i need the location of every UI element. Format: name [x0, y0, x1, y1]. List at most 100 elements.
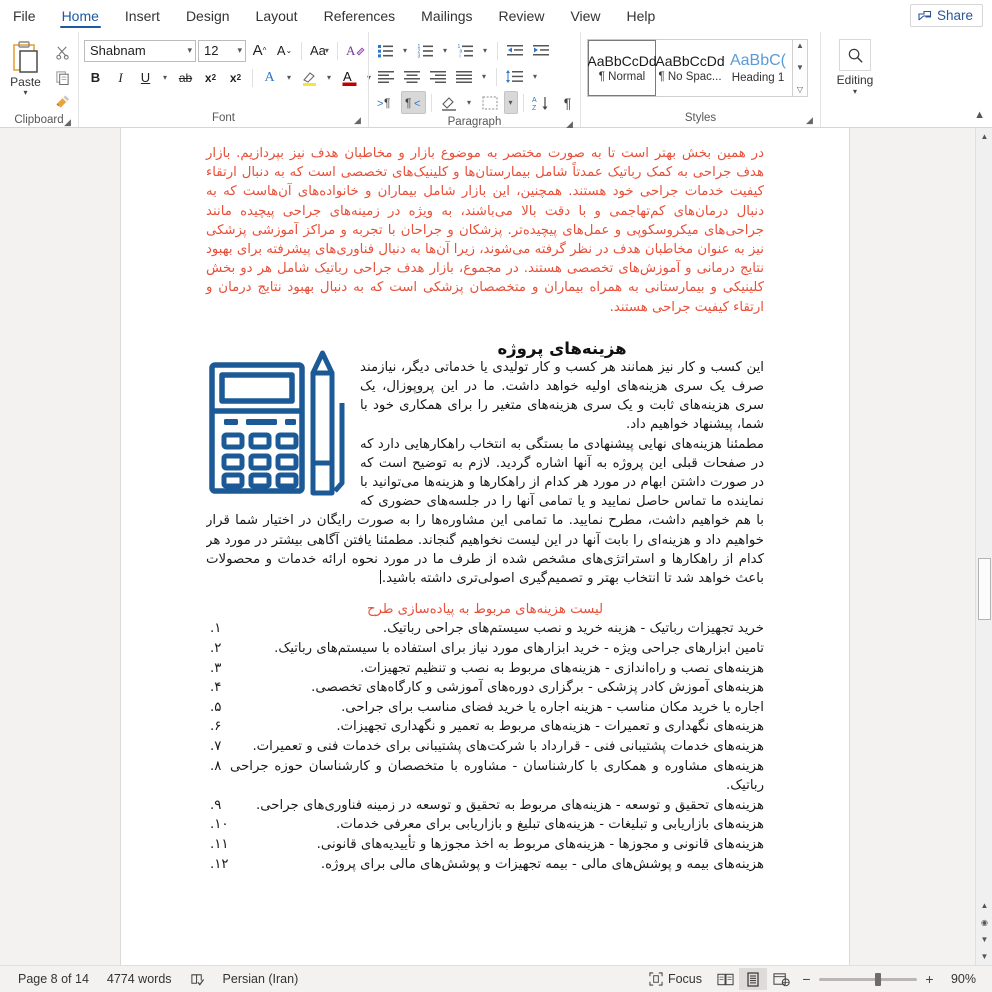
- ltr-text-direction-button[interactable]: > ¶: [374, 91, 399, 114]
- shrink-font-button[interactable]: A ⌄: [273, 39, 296, 62]
- scroll-up-arrow-icon[interactable]: ▲: [976, 128, 992, 145]
- focus-mode-button[interactable]: Focus: [640, 966, 711, 992]
- calculator-and-pencil-illustration[interactable]: [206, 343, 356, 508]
- tab-view[interactable]: View: [557, 0, 613, 31]
- underline-button[interactable]: U: [134, 66, 157, 89]
- style-normal[interactable]: AaBbCcDd ¶ Normal: [587, 39, 657, 97]
- style-no-spacing[interactable]: AaBbCcDd ¶ No Spac...: [655, 40, 725, 96]
- subscript-button[interactable]: x2: [199, 66, 222, 89]
- paste-button[interactable]: Paste ▾: [4, 37, 47, 97]
- multilevel-list-button[interactable]: 1 a i: [454, 39, 477, 62]
- list-item[interactable]: ۷. هزینه‌های خدمات پشتیبانی فنی - قرارداد…: [206, 737, 764, 757]
- numbering-dropdown[interactable]: ▾: [439, 39, 452, 62]
- read-mode-button[interactable]: [711, 968, 739, 990]
- document-page[interactable]: در همین بخش بهتر است تا به صورت مختصر به…: [120, 128, 850, 965]
- list-item[interactable]: ۶. هزینه‌های نگهداری و تعمیرات - هزینه‌ها…: [206, 717, 764, 737]
- align-left-button[interactable]: [374, 65, 398, 88]
- tab-layout[interactable]: Layout: [243, 0, 311, 31]
- tab-review[interactable]: Review: [486, 0, 558, 31]
- zoom-slider-thumb[interactable]: [875, 972, 881, 986]
- superscript-button[interactable]: x2: [224, 66, 247, 89]
- increase-indent-button[interactable]: [529, 39, 553, 62]
- text-effects-dropdown[interactable]: ▾: [283, 66, 296, 89]
- proofing-errors-icon[interactable]: [181, 966, 214, 992]
- line-spacing-button[interactable]: [502, 65, 527, 88]
- show-formatting-marks-button[interactable]: ¶: [556, 91, 579, 114]
- rtl-text-direction-button[interactable]: ¶ <: [401, 91, 426, 114]
- scroll-down-arrow-icon[interactable]: ▼: [976, 948, 992, 965]
- collapse-ribbon-button[interactable]: ▲: [974, 109, 985, 121]
- underline-dropdown[interactable]: ▾: [159, 66, 172, 89]
- zoom-control[interactable]: − + 90%: [795, 971, 984, 987]
- font-color-button[interactable]: A: [338, 66, 361, 89]
- list-item[interactable]: ۴. هزینه‌های آموزش کادر پزشکی - برگزاری د…: [206, 678, 764, 698]
- select-browse-object-button[interactable]: ◉: [976, 914, 992, 931]
- copy-icon[interactable]: [51, 67, 73, 87]
- highlight-dropdown[interactable]: ▾: [323, 66, 336, 89]
- zoom-in-button[interactable]: +: [924, 971, 935, 987]
- bullets-button[interactable]: [374, 39, 397, 62]
- tab-home[interactable]: Home: [49, 0, 112, 31]
- scroll-up-icon[interactable]: ▲: [796, 42, 804, 50]
- chevron-down-icon[interactable]: ▾: [237, 45, 242, 56]
- borders-button[interactable]: [478, 91, 502, 114]
- tab-insert[interactable]: Insert: [112, 0, 173, 31]
- share-button[interactable]: Share: [909, 4, 983, 27]
- bullets-dropdown[interactable]: ▾: [399, 39, 412, 62]
- word-count[interactable]: 4774 words: [98, 966, 181, 992]
- subheading-cost-list[interactable]: لیست هزینه‌های مربوط به پیاده‌سازی طرح: [206, 600, 764, 619]
- editing-button[interactable]: Editing ▾: [830, 39, 880, 96]
- list-item[interactable]: ۹. هزینه‌های تحقیق و توسعه - هزینه‌های مر…: [206, 796, 764, 816]
- zoom-percentage[interactable]: 90%: [942, 972, 976, 986]
- chevron-down-icon[interactable]: ▾: [23, 89, 27, 97]
- scroll-down-icon[interactable]: ▼: [796, 64, 804, 72]
- font-dialog-launcher[interactable]: ◢: [352, 115, 363, 126]
- tab-design[interactable]: Design: [173, 0, 243, 31]
- styles-more-icon[interactable]: ▽: [797, 86, 803, 94]
- change-case-button[interactable]: Aa ▾: [307, 39, 332, 62]
- font-size-combo[interactable]: 12 ▾: [198, 39, 246, 62]
- line-spacing-dropdown[interactable]: ▾: [529, 65, 542, 88]
- chevron-down-icon[interactable]: ▾: [853, 88, 857, 96]
- styles-gallery-scroll[interactable]: ▲ ▼ ▽: [793, 39, 808, 97]
- align-right-button[interactable]: [426, 65, 450, 88]
- list-item[interactable]: ۱۱. هزینه‌های قانونی و مجوزها - هزینه‌های…: [206, 835, 764, 855]
- list-item[interactable]: ۸. هزینه‌های مشاوره و همکاری با کارشناسان…: [206, 757, 764, 796]
- multilevel-dropdown[interactable]: ▾: [479, 39, 492, 62]
- list-item[interactable]: ۳. هزینه‌های نصب و راه‌اندازی - هزینه‌های…: [206, 659, 764, 679]
- zoom-out-button[interactable]: −: [801, 971, 812, 987]
- list-item[interactable]: ۵. اجاره یا خرید مکان مناسب - هزینه اجاره…: [206, 698, 764, 718]
- shading-dropdown[interactable]: ▾: [463, 91, 476, 114]
- zoom-slider-track[interactable]: [819, 972, 917, 986]
- sort-button[interactable]: A Z: [529, 91, 554, 114]
- next-page-button[interactable]: ▼: [976, 931, 992, 948]
- clear-formatting-button[interactable]: A: [343, 39, 369, 62]
- tab-file[interactable]: File: [0, 0, 49, 31]
- font-name-combo[interactable]: Shabnam ▾: [84, 39, 196, 62]
- list-item[interactable]: ۱۲. هزینه‌های بیمه و پوشش‌های مالی - بیمه…: [206, 855, 764, 875]
- grow-font-button[interactable]: A ^: [248, 39, 271, 62]
- align-center-button[interactable]: [400, 65, 424, 88]
- styles-dialog-launcher[interactable]: ◢: [804, 115, 815, 126]
- italic-button[interactable]: I: [109, 66, 132, 89]
- language-indicator[interactable]: Persian (Iran): [214, 966, 308, 992]
- text-highlight-button[interactable]: [298, 66, 321, 89]
- clipboard-dialog-launcher[interactable]: ◢: [62, 117, 73, 128]
- numbering-button[interactable]: 1 2 3: [414, 39, 437, 62]
- tab-mailings[interactable]: Mailings: [408, 0, 485, 31]
- tab-references[interactable]: References: [311, 0, 409, 31]
- tab-help[interactable]: Help: [614, 0, 669, 31]
- shading-button[interactable]: [437, 91, 461, 114]
- vertical-scrollbar[interactable]: ▲ ▲ ◉ ▼ ▼: [975, 128, 992, 965]
- page-indicator[interactable]: Page 8 of 14: [9, 966, 98, 992]
- list-item[interactable]: ۱۰. هزینه‌های بازاریابی و تبلیغات - هزینه…: [206, 815, 764, 835]
- format-painter-icon[interactable]: [51, 92, 73, 112]
- previous-page-button[interactable]: ▲: [976, 897, 992, 914]
- strikethrough-button[interactable]: ab: [174, 66, 197, 89]
- list-item[interactable]: ۲. تامین ابزارهای جراحی ویژه - خرید ابزار…: [206, 639, 764, 659]
- justify-button[interactable]: [452, 65, 476, 88]
- paragraph-red-intro[interactable]: در همین بخش بهتر است تا به صورت مختصر به…: [206, 144, 764, 317]
- bold-button[interactable]: B: [84, 66, 107, 89]
- print-layout-button[interactable]: [739, 968, 767, 990]
- cut-scissors-icon[interactable]: [51, 42, 73, 62]
